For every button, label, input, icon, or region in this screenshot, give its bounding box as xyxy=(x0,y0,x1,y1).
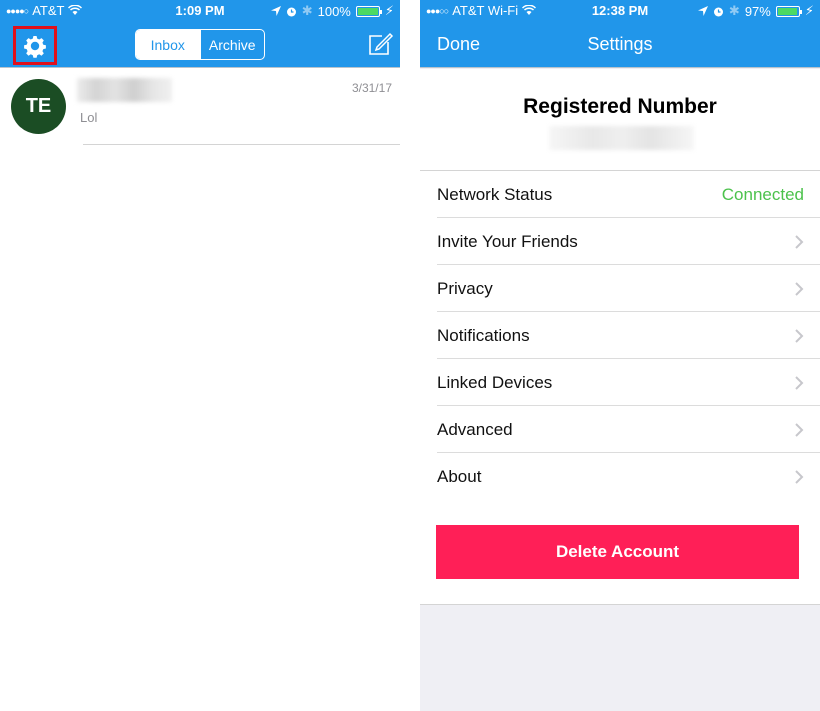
bluetooth-icon: ✱ xyxy=(301,3,313,18)
chevron-right-icon xyxy=(795,234,804,249)
divider xyxy=(83,144,400,145)
row-label: Advanced xyxy=(437,419,513,439)
settings-button[interactable] xyxy=(13,26,57,65)
settings-row-advanced[interactable]: Advanced xyxy=(420,406,820,453)
conversation-list-item[interactable]: TE 3/31/17 Lol xyxy=(0,69,400,145)
battery-percent: 100% xyxy=(317,3,351,19)
page-title: Settings xyxy=(587,34,653,54)
settings-list: Network Status Connected Invite Your Fri… xyxy=(420,171,820,500)
row-label: Invite Your Friends xyxy=(437,231,578,251)
settings-row-privacy[interactable]: Privacy xyxy=(420,265,820,312)
chevron-right-icon xyxy=(795,281,804,296)
row-label: Network Status xyxy=(437,184,553,204)
delete-account-button[interactable]: Delete Account xyxy=(436,525,799,579)
alarm-icon xyxy=(286,7,296,16)
inbox-screen: ●●●●○ AT&T 1:09 PM ✱ 100% ⚡ Inbox Archiv… xyxy=(0,0,400,711)
charging-icon: ⚡ xyxy=(384,3,394,18)
settings-row-network-status: Network Status Connected xyxy=(420,171,820,218)
message-preview: Lol xyxy=(80,110,98,125)
settings-row-notifications[interactable]: Notifications xyxy=(420,312,820,359)
chevron-right-icon xyxy=(795,469,804,484)
bluetooth-icon: ✱ xyxy=(728,3,740,18)
settings-row-invite-friends[interactable]: Invite Your Friends xyxy=(420,218,820,265)
status-bar: ●●●●○ AT&T 1:09 PM ✱ 100% ⚡ xyxy=(0,0,400,22)
compose-icon xyxy=(369,32,394,55)
tab-inbox[interactable]: Inbox xyxy=(136,30,200,59)
charging-icon: ⚡ xyxy=(804,3,814,18)
row-label: Notifications xyxy=(437,325,530,345)
avatar-initials: TE xyxy=(25,95,52,117)
nav-bar: ●●●○○ AT&T Wi-Fi 12:38 PM ✱ 97% ⚡ Done S… xyxy=(420,0,820,68)
network-status-value: Connected xyxy=(721,184,804,204)
chevron-right-icon xyxy=(795,375,804,390)
battery-icon xyxy=(355,5,382,17)
nav-bar: ●●●●○ AT&T 1:09 PM ✱ 100% ⚡ Inbox Archiv… xyxy=(0,0,400,68)
location-icon xyxy=(697,6,708,16)
registered-number-section: Registered Number xyxy=(420,69,820,171)
avatar: TE xyxy=(11,79,66,134)
gear-icon xyxy=(24,35,46,58)
battery-icon xyxy=(775,5,802,17)
alarm-icon xyxy=(713,7,723,16)
registered-number-title: Registered Number xyxy=(523,95,717,118)
conversation-date: 3/31/17 xyxy=(351,81,392,95)
inbox-archive-segmented-control: Inbox Archive xyxy=(135,29,265,60)
row-label: About xyxy=(437,466,482,486)
phone-number-redacted xyxy=(549,126,694,150)
tab-archive[interactable]: Archive xyxy=(199,30,265,59)
compose-button[interactable] xyxy=(366,30,394,58)
location-icon xyxy=(270,6,281,16)
row-label: Privacy xyxy=(437,278,493,298)
settings-screen: ●●●○○ AT&T Wi-Fi 12:38 PM ✱ 97% ⚡ Done S… xyxy=(420,0,820,711)
settings-row-about[interactable]: About xyxy=(420,453,820,500)
chevron-right-icon xyxy=(795,422,804,437)
status-bar: ●●●○○ AT&T Wi-Fi 12:38 PM ✱ 97% ⚡ xyxy=(420,0,820,22)
delete-account-section: Delete Account xyxy=(420,498,820,605)
row-label: Linked Devices xyxy=(437,372,553,392)
contact-name-redacted xyxy=(77,78,172,102)
battery-percent: 97% xyxy=(744,3,771,19)
settings-row-linked-devices[interactable]: Linked Devices xyxy=(420,359,820,406)
chevron-right-icon xyxy=(795,328,804,343)
